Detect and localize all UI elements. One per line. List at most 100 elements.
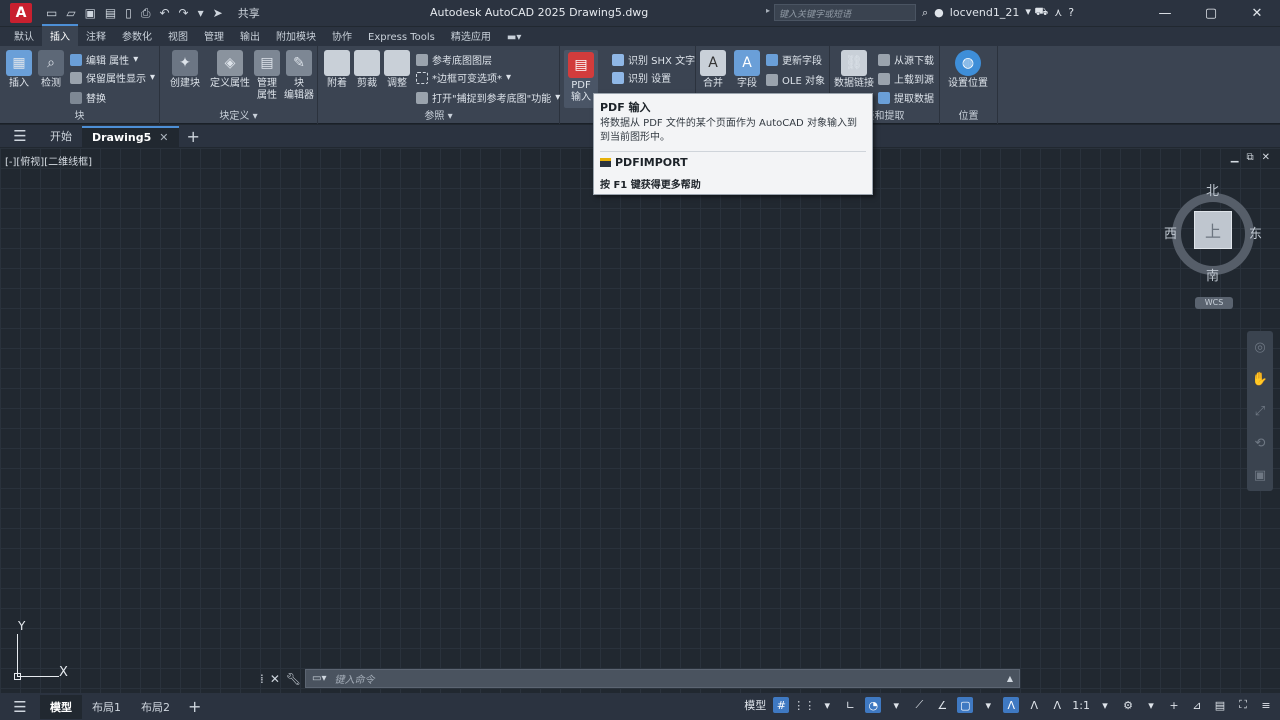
manage-attr-button[interactable]: ▤ 管理 属性: [254, 50, 280, 102]
underlay-layers-button[interactable]: 参考底图图层: [416, 52, 492, 67]
search-expand-icon[interactable]: ▸: [766, 6, 770, 15]
viewcube-top-face[interactable]: 上: [1194, 211, 1232, 249]
object-snap-icon[interactable]: ▢: [957, 697, 974, 713]
new-tab-icon[interactable]: +: [187, 127, 200, 146]
download-source-button[interactable]: 从源下载: [878, 52, 934, 67]
viewport-controls[interactable]: [-][俯视][二维线框]: [5, 153, 92, 168]
insert-button[interactable]: ▦ 插入: [6, 50, 32, 90]
tab-featured-apps[interactable]: 精选应用: [443, 26, 499, 46]
viewcube[interactable]: 上 北 南 东 西: [1164, 180, 1262, 284]
help-icon[interactable]: ?: [1068, 6, 1074, 19]
plot-icon[interactable]: ⎙: [141, 6, 151, 21]
close-icon[interactable]: ✕: [1234, 0, 1280, 26]
close-cmdline-icon[interactable]: ✕: [270, 672, 280, 686]
osnap-dropdown-icon[interactable]: ▾: [980, 697, 996, 713]
tab-drawing5[interactable]: Drawing5 ✕: [82, 125, 179, 147]
update-field-button[interactable]: 更新字段: [766, 52, 822, 67]
redo-icon[interactable]: ↷: [179, 6, 189, 20]
search-icon[interactable]: ⌕: [922, 6, 928, 20]
auto-scale-icon[interactable]: ⴷ: [1026, 697, 1042, 713]
share-icon[interactable]: ➤: [213, 6, 223, 20]
extract-data-button[interactable]: 提取数据: [878, 90, 934, 105]
username[interactable]: locvend1_21: [950, 6, 1020, 19]
command-history-icon[interactable]: ▲: [1007, 674, 1013, 683]
tab-annotate[interactable]: 注释: [78, 26, 114, 46]
detect-button[interactable]: ⌕ 检测: [38, 50, 64, 90]
create-block-button[interactable]: ✦ 创建块: [170, 50, 200, 90]
polar-dropdown-icon[interactable]: ▾: [888, 697, 904, 713]
user-icon[interactable]: ●: [934, 6, 944, 19]
showmotion-icon[interactable]: ▣: [1254, 468, 1266, 483]
tab-start[interactable]: 开始: [40, 125, 82, 147]
viewport-minimize-icon[interactable]: ▁: [1231, 152, 1239, 163]
tab-output[interactable]: 输出: [232, 26, 268, 46]
close-tab-icon[interactable]: ✕: [159, 131, 168, 144]
keep-attr-button[interactable]: 保留属性显示 ▾: [70, 70, 155, 85]
tab-layout1[interactable]: 布局1: [82, 695, 131, 719]
annotation-monitor-icon[interactable]: +: [1166, 697, 1182, 713]
units-icon[interactable]: ⊿: [1189, 697, 1205, 713]
file-tabs-menu-icon[interactable]: ☰: [0, 127, 40, 145]
fullscreen-icon[interactable]: ⛶: [1235, 697, 1251, 713]
minimize-icon[interactable]: —: [1142, 0, 1188, 26]
snap-underlay-button[interactable]: 打开"捕捉到参考底图"功能 ▾: [416, 90, 560, 105]
zoom-extents-icon[interactable]: ⤢: [1255, 404, 1265, 419]
grip-handle-icon[interactable]: ⁞: [260, 672, 264, 686]
maximize-icon[interactable]: ▢: [1188, 0, 1234, 26]
scale-dropdown-icon[interactable]: ▾: [1097, 697, 1113, 713]
viewport-close-icon[interactable]: ✕: [1262, 152, 1270, 163]
tab-view[interactable]: 视图: [160, 26, 196, 46]
annotation-visibility-icon[interactable]: ⴷ: [1003, 697, 1020, 713]
customize-status-icon[interactable]: ≡: [1258, 697, 1274, 713]
customize-icon[interactable]: ▾: [198, 6, 204, 20]
steering-wheel-icon[interactable]: ◎: [1254, 340, 1265, 355]
search-input[interactable]: 键入关键字或短语: [774, 4, 916, 21]
compass-west[interactable]: 西: [1164, 223, 1177, 242]
web-mobile-icon[interactable]: ▯: [125, 6, 132, 20]
upload-source-button[interactable]: 上载到源: [878, 71, 934, 86]
adjust-button[interactable]: 调整: [384, 50, 410, 90]
compass-north[interactable]: 北: [1206, 180, 1219, 199]
edit-attr-button[interactable]: 编辑 属性 ▾: [70, 52, 138, 67]
open-icon[interactable]: ▱: [66, 6, 75, 20]
isolate-objects-icon[interactable]: ▤: [1212, 697, 1228, 713]
scale-value[interactable]: 1:1: [1072, 699, 1090, 712]
tab-model[interactable]: 模型: [40, 694, 82, 719]
model-space-button[interactable]: 模型: [744, 697, 766, 713]
wcs-menu[interactable]: WCS: [1195, 297, 1233, 309]
tab-default[interactable]: 默认: [6, 26, 42, 46]
save-as-icon[interactable]: ▤: [105, 6, 116, 20]
viewport-restore-icon[interactable]: ⧉: [1246, 152, 1253, 163]
merge-button[interactable]: A 合并: [700, 50, 726, 90]
app-menu-button[interactable]: A: [10, 3, 32, 23]
data-link-button[interactable]: ⛓ 数据链接: [834, 50, 874, 90]
replace-button[interactable]: 替换: [70, 90, 106, 105]
new-icon[interactable]: ▭: [46, 6, 57, 20]
snap-mode-icon[interactable]: ⋮⋮: [793, 697, 815, 713]
customize-wrench-icon[interactable]: 🔧︎: [286, 672, 301, 686]
snap-dropdown-icon[interactable]: ▾: [819, 697, 835, 713]
tab-parametric[interactable]: 参数化: [114, 26, 160, 46]
define-attr-button[interactable]: ◈ 定义属性: [210, 50, 250, 90]
polar-icon[interactable]: ◔: [865, 697, 882, 713]
connect-icon[interactable]: ⋏: [1054, 6, 1062, 19]
workspace-gear-icon[interactable]: ⚙: [1120, 697, 1136, 713]
clip-button[interactable]: 剪裁: [354, 50, 380, 90]
save-icon[interactable]: ▣: [85, 6, 96, 20]
annotation-scale-icon[interactable]: ⴷ: [1049, 697, 1065, 713]
pan-icon[interactable]: ✋: [1252, 372, 1268, 387]
drawing-area[interactable]: [-][俯视][二维线框] ▁ ⧉ ✕ 上 北 南 东 西 WCS ◎ ✋ ⤢ …: [0, 148, 1280, 693]
attach-button[interactable]: 附着: [324, 50, 350, 90]
tab-manage[interactable]: 管理: [196, 26, 232, 46]
recognize-shx-button[interactable]: 识别 SHX 文字: [612, 52, 695, 67]
compass-south[interactable]: 南: [1206, 265, 1219, 284]
tab-insert[interactable]: 插入: [42, 24, 78, 46]
undo-icon[interactable]: ↶: [159, 6, 169, 20]
orbit-icon[interactable]: ⟲: [1255, 436, 1266, 451]
object-snap-tracking-icon[interactable]: ∠: [934, 697, 950, 713]
field-button[interactable]: A 字段: [734, 50, 760, 90]
block-editor-button[interactable]: ✎ 块 编辑器: [284, 50, 314, 102]
command-input[interactable]: ▭▾ 键入命令 ▲: [305, 669, 1020, 688]
tab-layout2[interactable]: 布局2: [131, 695, 180, 719]
add-layout-icon[interactable]: +: [188, 697, 201, 716]
